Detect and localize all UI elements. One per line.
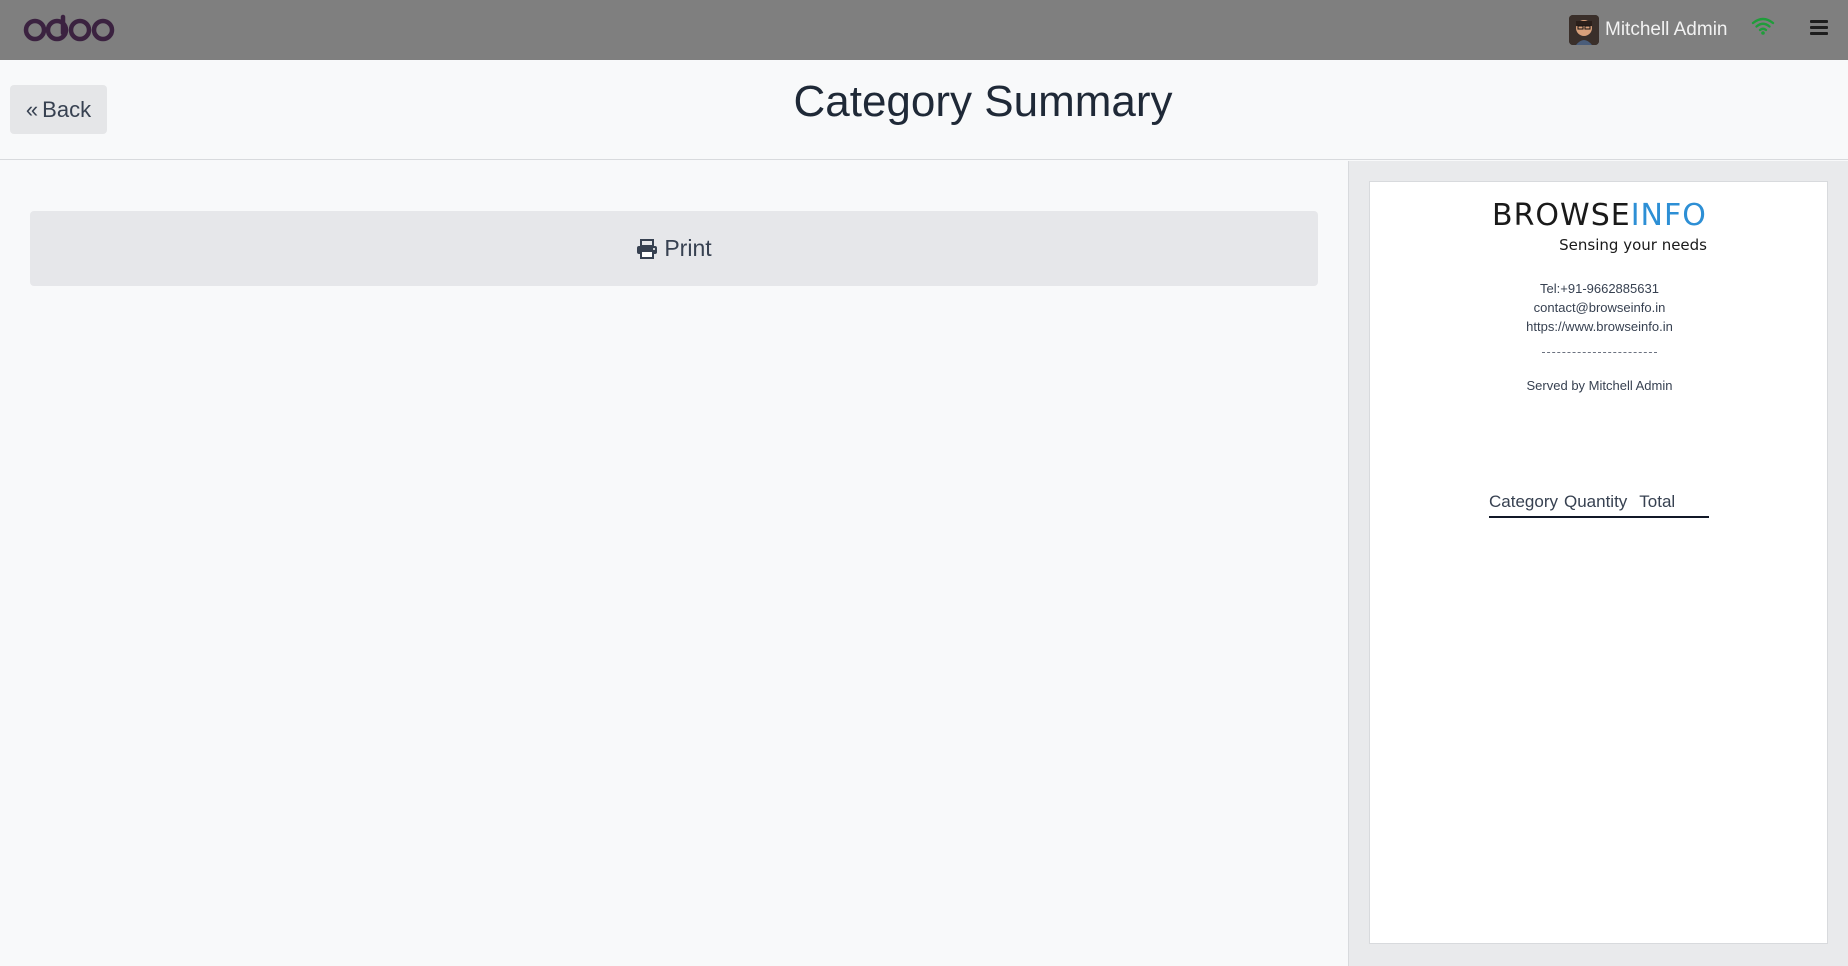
user-name[interactable]: Mitchell Admin [1605, 19, 1728, 41]
user-menu[interactable]: Mitchell Admin [1569, 14, 1728, 46]
actions-panel: Print [0, 161, 1348, 966]
avatar[interactable] [1569, 15, 1599, 45]
page-title: Category Summary [793, 77, 1173, 126]
brand-tagline: Sensing your needs [1559, 236, 1707, 254]
hamburger-menu-icon[interactable] [1810, 20, 1828, 36]
receipt: BROWSEINFO Sensing your needs Tel:+91-96… [1369, 181, 1828, 944]
print-label: Print [664, 235, 712, 261]
column-header-quantity: Quantity [1563, 492, 1628, 511]
receipt-phone: Tel:+91-9662885631 [1540, 281, 1659, 296]
receipt-preview-panel: BROWSEINFO Sensing your needs Tel:+91-96… [1348, 161, 1848, 966]
page-header: « Back Category Summary [0, 60, 1848, 160]
receipt-email: contact@browseinfo.in [1533, 300, 1666, 315]
odoo-logo[interactable] [22, 13, 118, 45]
receipt-table-header: Category Quantity Total [1489, 492, 1709, 518]
brand-name: BROWSEINFO [1492, 198, 1707, 233]
printer-icon [637, 238, 658, 259]
receipt-website: https://www.browseinfo.in [1526, 319, 1673, 334]
column-header-total: Total [1639, 492, 1676, 511]
browseinfo-logo: BROWSEINFO Sensing your needs [1492, 198, 1712, 254]
column-header-category: Category [1489, 492, 1558, 511]
print-button[interactable]: Print [30, 211, 1318, 286]
top-navbar: Mitchell Admin [0, 0, 1848, 60]
wifi-icon [1751, 17, 1775, 35]
receipt-separator [1542, 352, 1657, 353]
served-by: Served by Mitchell Admin [1526, 378, 1673, 393]
